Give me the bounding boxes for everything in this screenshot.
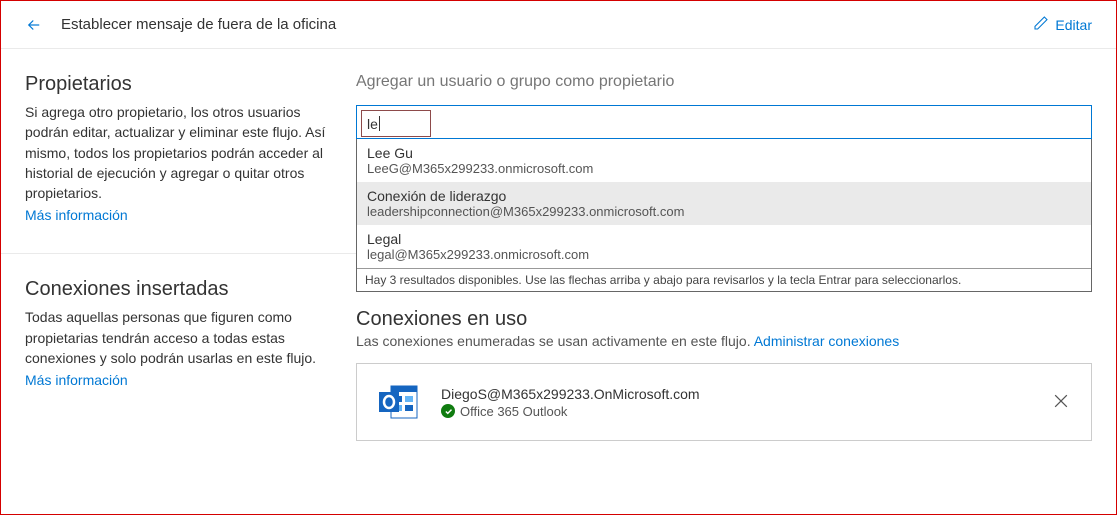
connections-description: Las conexiones enumeradas se usan activa…: [356, 333, 1092, 349]
embedded-more-info-link[interactable]: Más información: [25, 372, 332, 388]
owners-section: Propietarios Si agrega otro propietario,…: [1, 49, 356, 253]
suggestion-email: legal@M365x299233.onmicrosoft.com: [367, 247, 1081, 262]
pencil-icon: [1033, 15, 1049, 34]
back-icon[interactable]: [25, 16, 43, 34]
owner-search-input[interactable]: [356, 105, 1092, 139]
suggestion-item[interactable]: Lee Gu LeeG@M365x299233.onmicrosoft.com: [357, 139, 1091, 182]
edit-label: Editar: [1055, 17, 1092, 33]
body: Propietarios Si agrega otro propietario,…: [1, 49, 1116, 514]
settings-panel: Establecer mensaje de fuera de la oficin…: [0, 0, 1117, 515]
suggestion-item[interactable]: Conexión de liderazgo leadershipconnecti…: [357, 182, 1091, 225]
remove-connection-button[interactable]: [1051, 391, 1071, 414]
header-bar: Establecer mensaje de fuera de la oficin…: [1, 1, 1116, 49]
add-owner-header: Agregar un usuario o grupo como propieta…: [356, 73, 1092, 91]
connection-card: DiegoS@M365x299233.OnMicrosoft.com Offic…: [356, 363, 1092, 441]
owners-description: Si agrega otro propietario, los otros us…: [25, 102, 332, 203]
suggestion-name: Conexión de liderazgo: [367, 188, 1081, 204]
embedded-connections-section: Conexiones insertadas Todas aquellas per…: [1, 253, 356, 418]
edit-button[interactable]: Editar: [1033, 15, 1092, 34]
connections-desc-text: Las conexiones enumeradas se usan activa…: [356, 333, 754, 349]
connection-service: Office 365 Outlook: [460, 404, 567, 419]
owners-title: Propietarios: [25, 73, 332, 96]
connection-info: DiegoS@M365x299233.OnMicrosoft.com Offic…: [441, 386, 1031, 419]
sidebar: Propietarios Si agrega otro propietario,…: [1, 49, 356, 514]
header-left: Establecer mensaje de fuera de la oficin…: [25, 16, 336, 34]
suggestion-email: leadershipconnection@M365x299233.onmicro…: [367, 204, 1081, 219]
page-title: Establecer mensaje de fuera de la oficin…: [61, 16, 336, 33]
embedded-title: Conexiones insertadas: [25, 278, 332, 301]
embedded-description: Todas aquellas personas que figuren como…: [25, 307, 332, 368]
suggestion-name: Lee Gu: [367, 145, 1081, 161]
outlook-icon: [377, 380, 421, 424]
main-content: Agregar un usuario o grupo como propieta…: [356, 49, 1116, 514]
owners-more-info-link[interactable]: Más información: [25, 207, 332, 223]
suggestion-item[interactable]: Legal legal@M365x299233.onmicrosoft.com: [357, 225, 1091, 268]
connection-status: Office 365 Outlook: [441, 404, 1031, 419]
connections-title: Conexiones en uso: [356, 308, 1092, 331]
connection-email: DiegoS@M365x299233.OnMicrosoft.com: [441, 386, 1031, 402]
check-icon: [441, 404, 455, 418]
suggestions-footer: Hay 3 resultados disponibles. Use las fl…: [357, 268, 1091, 291]
suggestions-dropdown: Lee Gu LeeG@M365x299233.onmicrosoft.com …: [356, 138, 1092, 292]
suggestion-name: Legal: [367, 231, 1081, 247]
suggestion-email: LeeG@M365x299233.onmicrosoft.com: [367, 161, 1081, 176]
manage-connections-link[interactable]: Administrar conexiones: [754, 333, 900, 349]
owner-search-wrap: le Lee Gu LeeG@M365x299233.onmicrosoft.c…: [356, 105, 1092, 292]
